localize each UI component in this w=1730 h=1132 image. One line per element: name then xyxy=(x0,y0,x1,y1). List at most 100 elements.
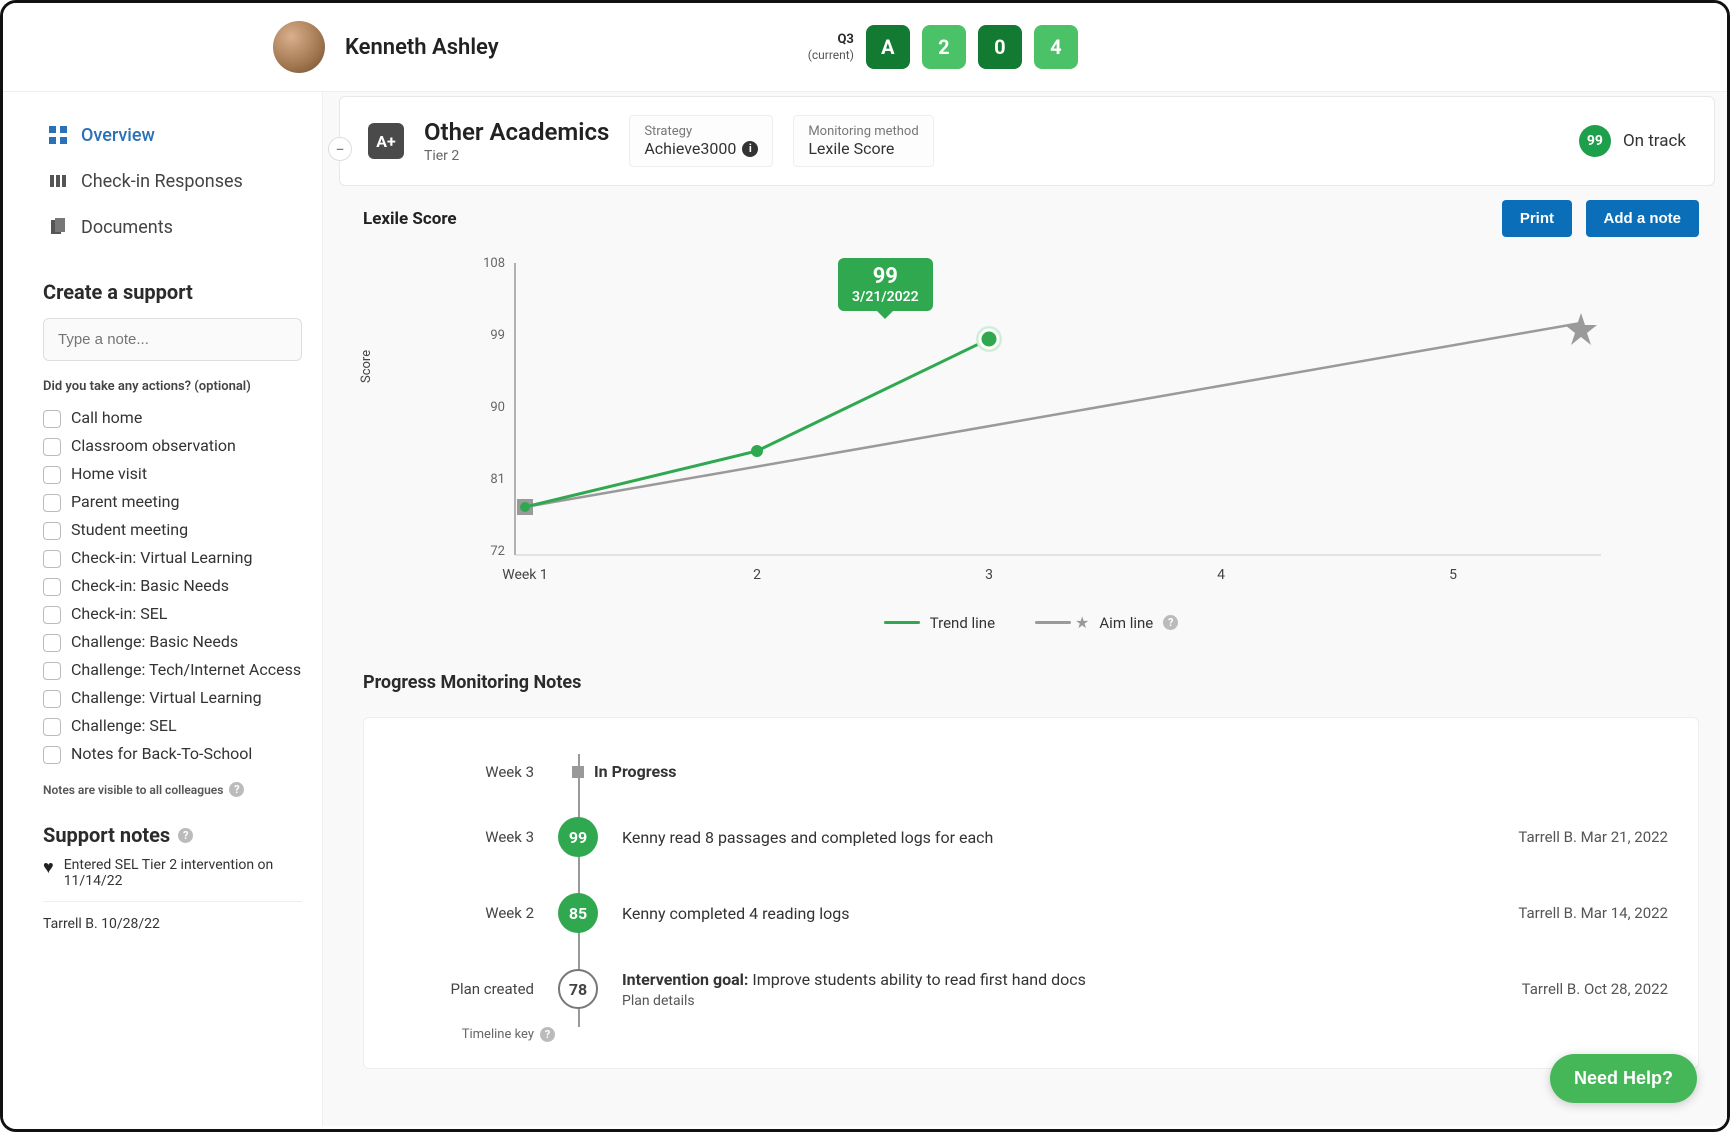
checkbox-icon[interactable] xyxy=(43,578,61,596)
student-name: Kenneth Ashley xyxy=(345,35,499,60)
strategy-box[interactable]: Strategy Achieve3000 i xyxy=(629,115,773,167)
legend-line-green-icon xyxy=(884,621,920,624)
svg-text:72: 72 xyxy=(490,544,505,559)
action-checkbox-4[interactable]: Student meeting xyxy=(43,516,302,544)
action-label: Notes for Back-To-School xyxy=(71,744,252,763)
action-checkbox-3[interactable]: Parent meeting xyxy=(43,488,302,516)
chart-title: Lexile Score xyxy=(363,209,457,229)
action-label: Parent meeting xyxy=(71,492,179,511)
legend-trend: Trend line xyxy=(884,614,995,632)
action-checkbox-0[interactable]: Call home xyxy=(43,404,302,432)
action-label: Challenge: Basic Needs xyxy=(71,632,238,651)
action-checkbox-1[interactable]: Classroom observation xyxy=(43,432,302,460)
timeline-node: 99 xyxy=(558,817,598,857)
pill-0[interactable]: 0 xyxy=(978,25,1022,69)
action-checkbox-12[interactable]: Notes for Back-To-School xyxy=(43,740,302,768)
tier-label: Tier 2 xyxy=(424,148,609,164)
checkbox-icon[interactable] xyxy=(43,746,61,764)
checkbox-icon[interactable] xyxy=(43,606,61,624)
svg-text:3: 3 xyxy=(985,567,993,583)
progress-notes-title: Progress Monitoring Notes xyxy=(363,672,1699,693)
pill-a[interactable]: A xyxy=(866,25,910,69)
action-label: Check-in: Virtual Learning xyxy=(71,548,252,567)
main: − A+ Other Academics Tier 2 Strategy Ach… xyxy=(323,92,1727,1126)
timeline-row[interactable]: Week 285Kenny completed 4 reading logsTa… xyxy=(394,875,1668,951)
action-label: Challenge: Tech/Internet Access xyxy=(71,660,301,679)
add-note-button[interactable]: Add a note xyxy=(1586,200,1700,237)
svg-text:4: 4 xyxy=(1217,567,1225,583)
timeline-key[interactable]: Timeline key xyxy=(394,1027,534,1042)
action-label: Call home xyxy=(71,408,142,427)
chart-panel: Lexile Score Print Add a note Score 108 … xyxy=(335,200,1727,632)
info-icon[interactable]: i xyxy=(742,141,758,157)
chart-area[interactable]: Score 108 99 90 81 72 xyxy=(363,243,1699,603)
support-note-item[interactable]: ♥ Entered SEL Tier 2 intervention on 11/… xyxy=(43,857,302,902)
nav-documents[interactable]: Documents xyxy=(43,204,302,250)
timeline-text: Kenny completed 4 reading logs xyxy=(622,904,1494,923)
nav-checkin[interactable]: Check-in Responses xyxy=(43,158,302,204)
nav-overview[interactable]: Overview xyxy=(43,112,302,158)
visibility-note-text: Notes are visible to all colleagues xyxy=(43,783,223,797)
note-input[interactable] xyxy=(43,318,302,361)
timeline-text: Kenny read 8 passages and completed logs… xyxy=(622,828,1494,847)
checkbox-icon[interactable] xyxy=(43,494,61,512)
checkbox-icon[interactable] xyxy=(43,522,61,540)
pill-2[interactable]: 2 xyxy=(922,25,966,69)
support-notes-title: Support notes ? xyxy=(43,823,302,847)
svg-text:81: 81 xyxy=(490,472,505,487)
timeline-row[interactable]: Week 399Kenny read 8 passages and comple… xyxy=(394,799,1668,875)
checkbox-icon[interactable] xyxy=(43,410,61,428)
timeline-week: Week 3 xyxy=(394,763,534,781)
pill-4[interactable]: 4 xyxy=(1034,25,1078,69)
print-button[interactable]: Print xyxy=(1502,200,1572,237)
checkbox-icon[interactable] xyxy=(43,690,61,708)
help-icon[interactable]: ? xyxy=(1163,615,1178,630)
checkbox-icon[interactable] xyxy=(43,718,61,736)
timeline-row[interactable]: Plan created78Intervention goal: Improve… xyxy=(394,951,1668,1027)
grade-badge: A+ xyxy=(368,123,404,159)
action-checkbox-2[interactable]: Home visit xyxy=(43,460,302,488)
strategy-value: Achieve3000 xyxy=(644,139,736,158)
subject-title: Other Academics xyxy=(424,118,609,146)
svg-text:108: 108 xyxy=(483,256,505,271)
svg-text:90: 90 xyxy=(490,400,505,415)
support-note-text: Entered SEL Tier 2 intervention on 11/14… xyxy=(64,857,302,889)
svg-text:99: 99 xyxy=(490,328,505,343)
action-checkbox-11[interactable]: Challenge: SEL xyxy=(43,712,302,740)
need-help-button[interactable]: Need Help? xyxy=(1550,1054,1697,1103)
help-icon[interactable]: ? xyxy=(540,1027,555,1042)
checkbox-icon[interactable] xyxy=(43,550,61,568)
y-axis-label: Score xyxy=(359,350,374,383)
timeline-sub[interactable]: Plan details xyxy=(622,993,1498,1009)
checkbox-icon[interactable] xyxy=(43,662,61,680)
actions-label: Did you take any actions? (optional) xyxy=(43,379,302,394)
period-pill-group: Q3 (current) A 2 0 4 xyxy=(808,25,1078,69)
checkbox-icon[interactable] xyxy=(43,438,61,456)
help-icon[interactable]: ? xyxy=(229,782,244,797)
collapse-toggle[interactable]: − xyxy=(328,137,352,161)
action-checkbox-10[interactable]: Challenge: Virtual Learning xyxy=(43,684,302,712)
chart-legend: Trend line ★ Aim line ? xyxy=(363,613,1699,632)
action-label: Home visit xyxy=(71,464,147,483)
method-box[interactable]: Monitoring method Lexile Score xyxy=(793,115,933,167)
star-icon: ★ xyxy=(1075,613,1089,632)
action-checkbox-9[interactable]: Challenge: Tech/Internet Access xyxy=(43,656,302,684)
strategy-label: Strategy xyxy=(644,124,758,139)
checkin-icon xyxy=(47,170,69,192)
checkbox-icon[interactable] xyxy=(43,466,61,484)
timeline-text: Intervention goal: Improve students abil… xyxy=(622,970,1498,1009)
action-checkbox-8[interactable]: Challenge: Basic Needs xyxy=(43,628,302,656)
action-label: Student meeting xyxy=(71,520,188,539)
help-icon[interactable]: ? xyxy=(178,828,193,843)
documents-icon xyxy=(47,216,69,238)
checkbox-icon[interactable] xyxy=(43,634,61,652)
chart-tooltip: 99 3/21/2022 xyxy=(838,258,933,311)
create-support-title: Create a support xyxy=(43,280,302,304)
action-checkbox-7[interactable]: Check-in: SEL xyxy=(43,600,302,628)
avatar[interactable] xyxy=(273,21,325,73)
timeline-row[interactable]: Week 3In Progress xyxy=(394,744,1668,799)
legend-aim-label: Aim line xyxy=(1099,614,1153,632)
action-checkbox-5[interactable]: Check-in: Virtual Learning xyxy=(43,544,302,572)
period-code: Q3 xyxy=(808,32,854,48)
action-checkbox-6[interactable]: Check-in: Basic Needs xyxy=(43,572,302,600)
